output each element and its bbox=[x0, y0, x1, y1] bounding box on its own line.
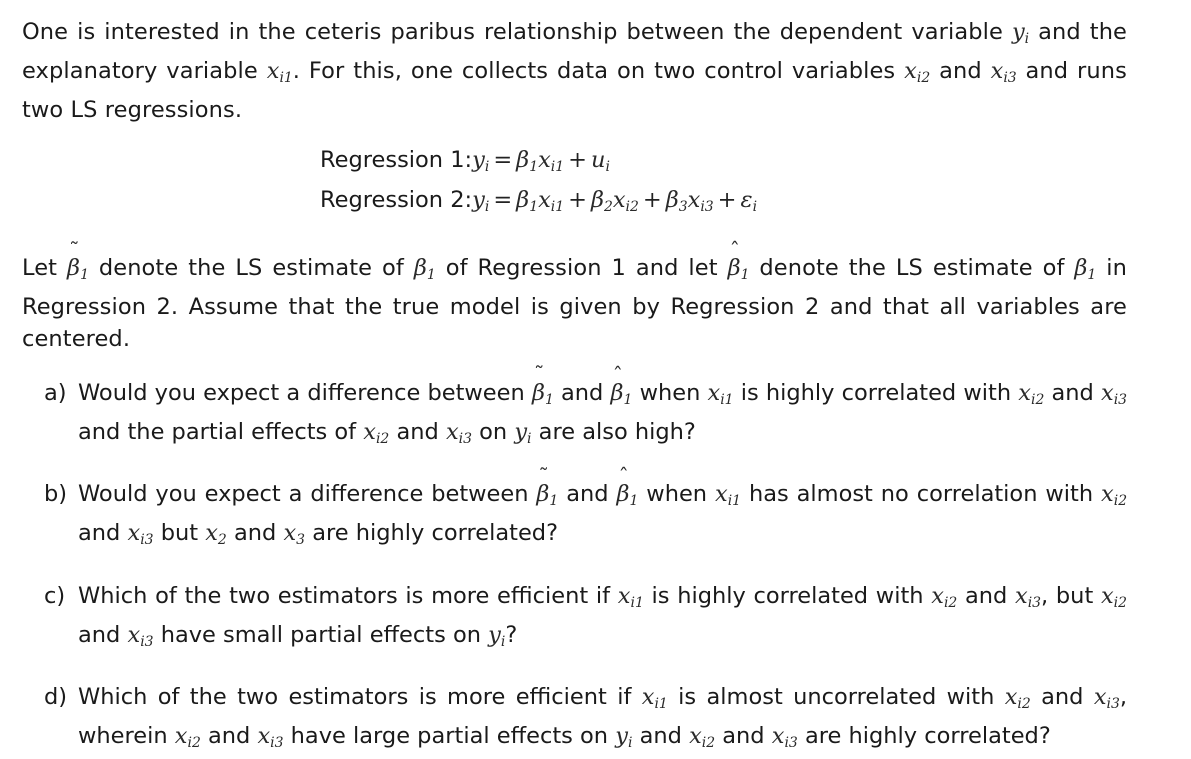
question-marker-d: d) bbox=[44, 684, 68, 711]
equation-regression-1: Regression 1: yi = β1xi1 + ui bbox=[320, 143, 1127, 184]
math-x-i3: xi3 bbox=[127, 621, 154, 650]
intro-paragraph: One is interested in the ceteris paribus… bbox=[22, 16, 1127, 126]
question-text-b: Would you expect a difference between ˜ β… bbox=[78, 463, 1128, 548]
document-page: One is interested in the ceteris paribus… bbox=[0, 0, 1191, 751]
intro-text-3: . For this, one collects data on two con… bbox=[292, 57, 896, 84]
question-item-a: a) Would you expect a difference between… bbox=[22, 362, 1128, 455]
math-x-i2: xi2 bbox=[689, 723, 716, 751]
equation-2-body: yi = β1xi1 + β2xi2 + β3xi3 + εi bbox=[472, 187, 758, 216]
equation-regression-2: Regression 2: yi = β1xi1 + β2xi2 + β3xi3 + εi bbox=[320, 183, 1127, 224]
math-x-i2: xi2 bbox=[931, 582, 958, 611]
question-list: a) Would you expect a difference between… bbox=[22, 362, 1128, 759]
equation-1-label: Regression 1: bbox=[320, 146, 473, 173]
math-x-2: x2 bbox=[205, 520, 227, 548]
math-x-i3: xi3 bbox=[1101, 379, 1128, 408]
math-x-i1: xi1 bbox=[266, 57, 293, 86]
math-x-i2: xi2 bbox=[1100, 582, 1127, 611]
let-text-4: denote the LS estimate of bbox=[759, 255, 1065, 282]
math-x-i1: xi1 bbox=[641, 684, 668, 713]
math-x-i2: xi2 bbox=[1018, 379, 1045, 408]
question-marker-b: b) bbox=[44, 481, 68, 508]
math-y-i: yi bbox=[615, 723, 633, 751]
math-x-i3: xi3 bbox=[771, 723, 798, 751]
math-x-i1: xi1 bbox=[707, 379, 734, 408]
math-x-i3: xi3 bbox=[1093, 684, 1120, 713]
math-x-i2: xi2 bbox=[174, 723, 201, 751]
question-text-a: Would you expect a difference between ˜ β… bbox=[78, 362, 1128, 447]
math-y-i: yi bbox=[488, 621, 506, 650]
let-paragraph: Let ˜ β1 denote the LS estimate of β1 of … bbox=[22, 237, 1127, 355]
math-beta-tilde-1: ˜ β1 bbox=[536, 463, 559, 510]
math-x-i3: xi3 bbox=[990, 57, 1017, 86]
question-item-c: c) Which of the two estimators is more e… bbox=[22, 580, 1127, 658]
equation-block: Regression 1: yi = β1xi1 + ui Regression 2: … bbox=[22, 143, 1127, 225]
math-x-i1: xi1 bbox=[617, 582, 644, 611]
equation-2-label: Regression 2: bbox=[320, 187, 473, 214]
question-item-d: d) Which of the two estimators is more e… bbox=[22, 681, 1127, 759]
let-text-3: of Regression 1 and let bbox=[445, 255, 718, 282]
let-text-1: Let bbox=[22, 255, 58, 282]
question-text-c: Which of the two estimators is more effi… bbox=[78, 582, 1127, 650]
math-x-i2: xi2 bbox=[904, 57, 931, 86]
math-x-i2: xi2 bbox=[1101, 481, 1128, 510]
question-marker-c: c) bbox=[44, 582, 66, 609]
math-beta-tilde-1: ˜ β1 bbox=[531, 362, 554, 408]
math-x-i1: xi1 bbox=[714, 481, 742, 510]
math-beta-1-a: β1 bbox=[413, 255, 436, 283]
math-beta-tilde-1: ˜ β1 bbox=[67, 237, 89, 283]
intro-text-4: and bbox=[939, 57, 982, 84]
math-x-i2: xi2 bbox=[1004, 684, 1031, 713]
intro-text-1: One is interested in the ceteris paribus… bbox=[22, 19, 1003, 45]
math-y-i: yi bbox=[514, 418, 532, 447]
question-text-d: Which of the two estimators is more effi… bbox=[78, 684, 1128, 751]
math-x-i3: xi3 bbox=[257, 723, 284, 751]
math-x-i3: xi3 bbox=[1015, 582, 1042, 611]
math-beta-1-b: β1 bbox=[1074, 255, 1097, 283]
math-x-i3: xi3 bbox=[445, 418, 472, 447]
math-x-i2: xi2 bbox=[363, 418, 390, 447]
math-x-i3: xi3 bbox=[127, 520, 154, 548]
math-y-i: yi bbox=[1011, 19, 1030, 47]
question-marker-a: a) bbox=[44, 379, 67, 406]
equation-1-body: yi = β1xi1 + ui bbox=[472, 146, 610, 175]
let-text-2: denote the LS estimate of bbox=[98, 255, 404, 282]
math-beta-hat-1: ˆ β1 bbox=[610, 362, 633, 408]
math-beta-hat-1: ˆ β1 bbox=[616, 464, 639, 510]
math-x-3: x3 bbox=[283, 520, 306, 548]
question-item-b: b) Would you expect a difference between… bbox=[22, 463, 1128, 556]
math-beta-hat-1: ˆ β1 bbox=[727, 238, 750, 283]
